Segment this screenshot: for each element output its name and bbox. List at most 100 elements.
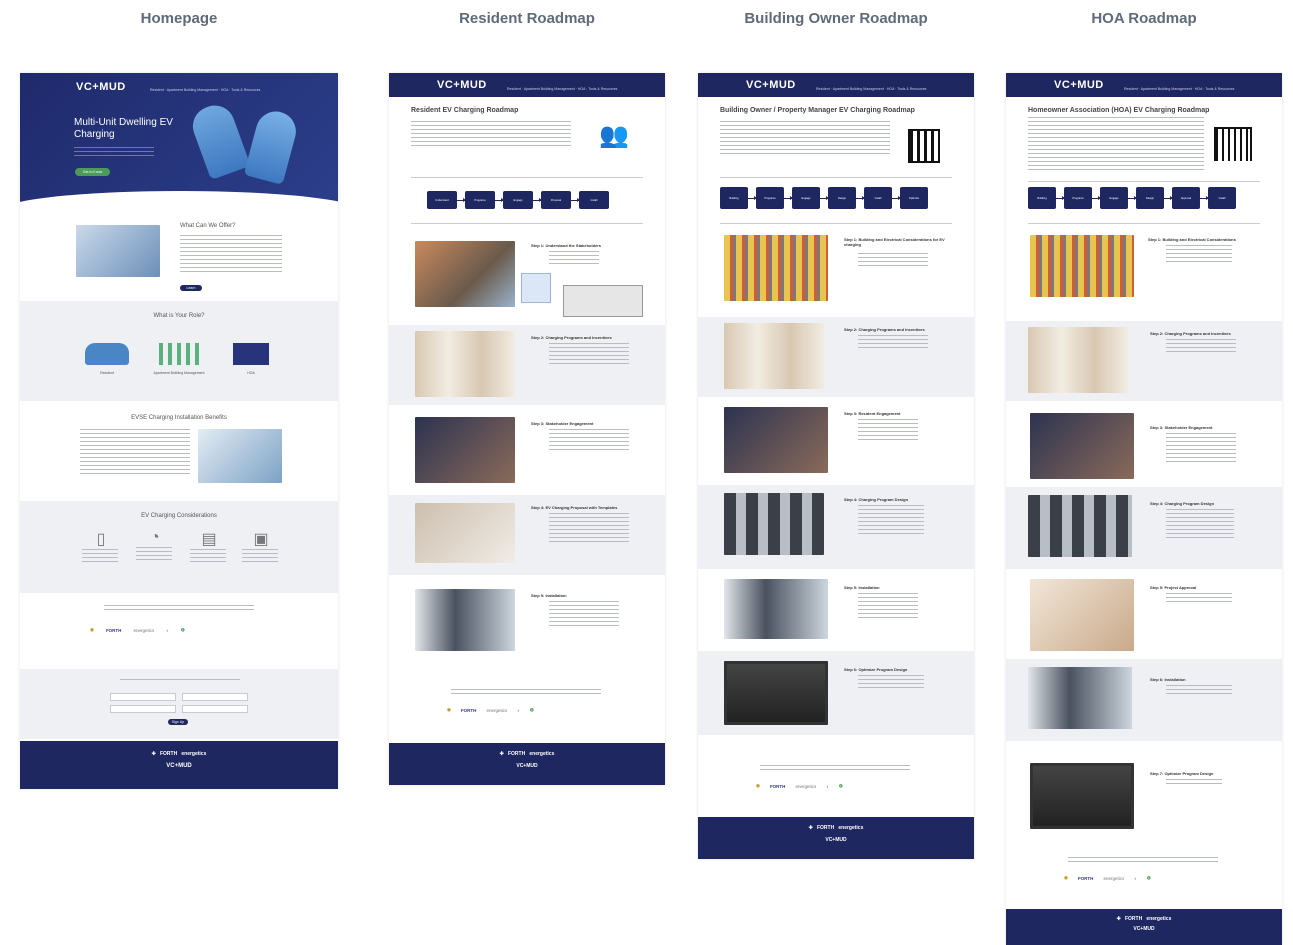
main-nav[interactable]: Resident · Apartment Building Management… bbox=[150, 88, 260, 92]
step-bullets bbox=[1166, 593, 1232, 603]
step-bullets bbox=[1166, 433, 1236, 465]
site-nav: VC+MUD Resident · Apartment Building Man… bbox=[389, 73, 665, 97]
people-icon: 👥 bbox=[599, 122, 629, 149]
step-title: Step 3: Stakeholder Engagement bbox=[531, 421, 594, 426]
step-section: Step 4: Charging Program Design bbox=[698, 485, 974, 569]
step-section: Step 2: Charging Programs and Incentives bbox=[698, 317, 974, 397]
partner-logos: ◉ FORTH energetics ◐ ◍ bbox=[90, 627, 185, 633]
role-section: What is Your Role? Resident Apartment Bu… bbox=[20, 301, 338, 401]
step-image-charger bbox=[724, 579, 828, 639]
step-image-charger bbox=[1028, 667, 1132, 729]
energetics-logo: energetics bbox=[795, 783, 817, 789]
main-nav[interactable]: Resident · Apartment Building Management… bbox=[507, 87, 617, 91]
flow-step: Engage bbox=[1100, 187, 1128, 209]
car-icon bbox=[85, 343, 129, 365]
step-section: Step 4: Charging Program Design bbox=[1006, 487, 1282, 569]
role-label: Apartment Building Management bbox=[153, 371, 205, 375]
resident-roadmap-preview[interactable]: VC+MUD Resident · Apartment Building Man… bbox=[389, 73, 665, 785]
stakeholder-diagram-box bbox=[563, 285, 643, 317]
roadmap-flow: Building Programs Engage Design Approval… bbox=[1028, 187, 1236, 209]
step-title: Step 1: Building and Electrical Consider… bbox=[1148, 237, 1236, 242]
offer-title: What Can We Offer? bbox=[180, 223, 236, 229]
last-name-input[interactable] bbox=[182, 693, 248, 701]
column-title-homepage: Homepage bbox=[140, 10, 218, 27]
partner-logos: ◉ FORTH energetics ◐ ◍ bbox=[756, 783, 843, 789]
homepage-preview[interactable]: VC+MUD Resident · Apartment Building Man… bbox=[20, 73, 338, 789]
signup-button[interactable]: Sign Up bbox=[168, 719, 188, 725]
step-title: Step 1: Building and Electrical Consider… bbox=[844, 237, 945, 247]
step-bullets bbox=[1166, 779, 1222, 785]
flow-step: Building bbox=[720, 187, 748, 209]
main-nav[interactable]: Resident · Apartment Building Management… bbox=[816, 87, 926, 91]
flow-step: Design bbox=[828, 187, 856, 209]
site-logo[interactable]: VC+MUD bbox=[1054, 79, 1104, 91]
step-bullets bbox=[858, 335, 928, 351]
footer-partners: ✚ FORTH energetics bbox=[151, 751, 207, 757]
footer-logo[interactable]: VC+MUD bbox=[20, 763, 338, 769]
main-nav[interactable]: Resident · Apartment Building Management… bbox=[1124, 87, 1234, 91]
step-image-apartments bbox=[415, 241, 515, 307]
hoa-roadmap-preview[interactable]: VC+MUD Resident · Apartment Building Man… bbox=[1006, 73, 1282, 945]
consideration-card[interactable]: ◔ bbox=[136, 529, 174, 561]
footer-partners: ✚ FORTH energetics bbox=[808, 825, 864, 831]
offer-button[interactable]: Learn bbox=[180, 285, 202, 291]
divider bbox=[411, 177, 643, 178]
step-title: Step 1: Understand the Stakeholders bbox=[531, 243, 602, 248]
footer-logo[interactable]: VC+MUD bbox=[698, 837, 974, 843]
first-name-input[interactable] bbox=[110, 693, 176, 701]
role-card-resident[interactable]: Resident bbox=[82, 343, 132, 375]
footer-logo[interactable]: VC+MUD bbox=[1006, 926, 1282, 932]
flow-step: Proposal bbox=[541, 191, 571, 209]
signup-text bbox=[120, 679, 240, 683]
divider bbox=[1028, 181, 1260, 182]
flow-step: Engage bbox=[792, 187, 820, 209]
step-title: Step 2: Charging Programs and Incentives bbox=[844, 327, 925, 332]
step-title: Step 6: Installation bbox=[1150, 677, 1186, 682]
flow-step: Engage bbox=[503, 191, 533, 209]
consideration-card[interactable]: ▣ bbox=[242, 529, 280, 563]
energetics-logo: energetics bbox=[133, 627, 155, 633]
page-title: Homeowner Association (HOA) EV Charging … bbox=[1028, 107, 1210, 114]
flow-step: Programs bbox=[465, 191, 495, 209]
site-logo[interactable]: VC+MUD bbox=[437, 79, 487, 91]
page-title: Building Owner / Property Manager EV Cha… bbox=[720, 107, 915, 114]
role-card-building[interactable]: Apartment Building Management bbox=[152, 343, 206, 375]
hero-cta-button[interactable]: Get to Know bbox=[75, 168, 110, 176]
organization-input[interactable] bbox=[182, 705, 248, 713]
step-bullets bbox=[858, 593, 918, 619]
partner-logos: ◉ FORTH energetics ◐ ◍ bbox=[447, 707, 534, 713]
flow-step: Install bbox=[579, 191, 609, 209]
step-image-laptop bbox=[724, 661, 828, 725]
site-logo[interactable]: VC+MUD bbox=[76, 81, 126, 93]
footer-logo[interactable]: VC+MUD bbox=[389, 763, 665, 769]
step-image-columns bbox=[1028, 327, 1128, 393]
column-title-hoa: HOA Roadmap bbox=[1091, 10, 1197, 27]
hero-wave bbox=[20, 191, 338, 231]
step-bullets bbox=[858, 505, 924, 535]
step-title: Step 3: Resident Engagement bbox=[844, 411, 901, 416]
step-title: Step 2: Charging Programs and Incentives bbox=[1150, 331, 1231, 336]
divider bbox=[411, 223, 643, 224]
consideration-card[interactable]: ▤ bbox=[190, 529, 228, 563]
hero-section: VC+MUD Resident · Apartment Building Man… bbox=[20, 73, 338, 231]
support-text bbox=[104, 605, 254, 613]
signup-section: Sign Up bbox=[20, 669, 338, 739]
step-image-electrical-panel bbox=[1030, 235, 1134, 297]
considerations-title: EV Charging Considerations bbox=[141, 513, 217, 519]
consideration-card[interactable]: ▯ bbox=[82, 529, 120, 563]
footer-partners: ✚ FORTH energetics bbox=[1116, 916, 1172, 922]
flow-step: Understand bbox=[427, 191, 457, 209]
site-footer: ✚ FORTH energetics VC+MUD bbox=[20, 741, 338, 789]
step-title: Step 4: Charging Program Design bbox=[1150, 501, 1215, 506]
flow-step: Programs bbox=[1064, 187, 1092, 209]
ev-plug-icon bbox=[243, 107, 301, 185]
role-label: HOA bbox=[247, 371, 255, 375]
step-image-charger bbox=[415, 589, 515, 651]
energetics-logo: energetics bbox=[1103, 875, 1125, 881]
site-logo[interactable]: VC+MUD bbox=[746, 79, 796, 91]
stakeholder-diagram-box bbox=[521, 273, 551, 303]
hero-subtitle bbox=[74, 147, 154, 157]
role-card-hoa[interactable]: HOA bbox=[226, 343, 276, 375]
email-input[interactable] bbox=[110, 705, 176, 713]
owner-roadmap-preview[interactable]: VC+MUD Resident · Apartment Building Man… bbox=[698, 73, 974, 859]
